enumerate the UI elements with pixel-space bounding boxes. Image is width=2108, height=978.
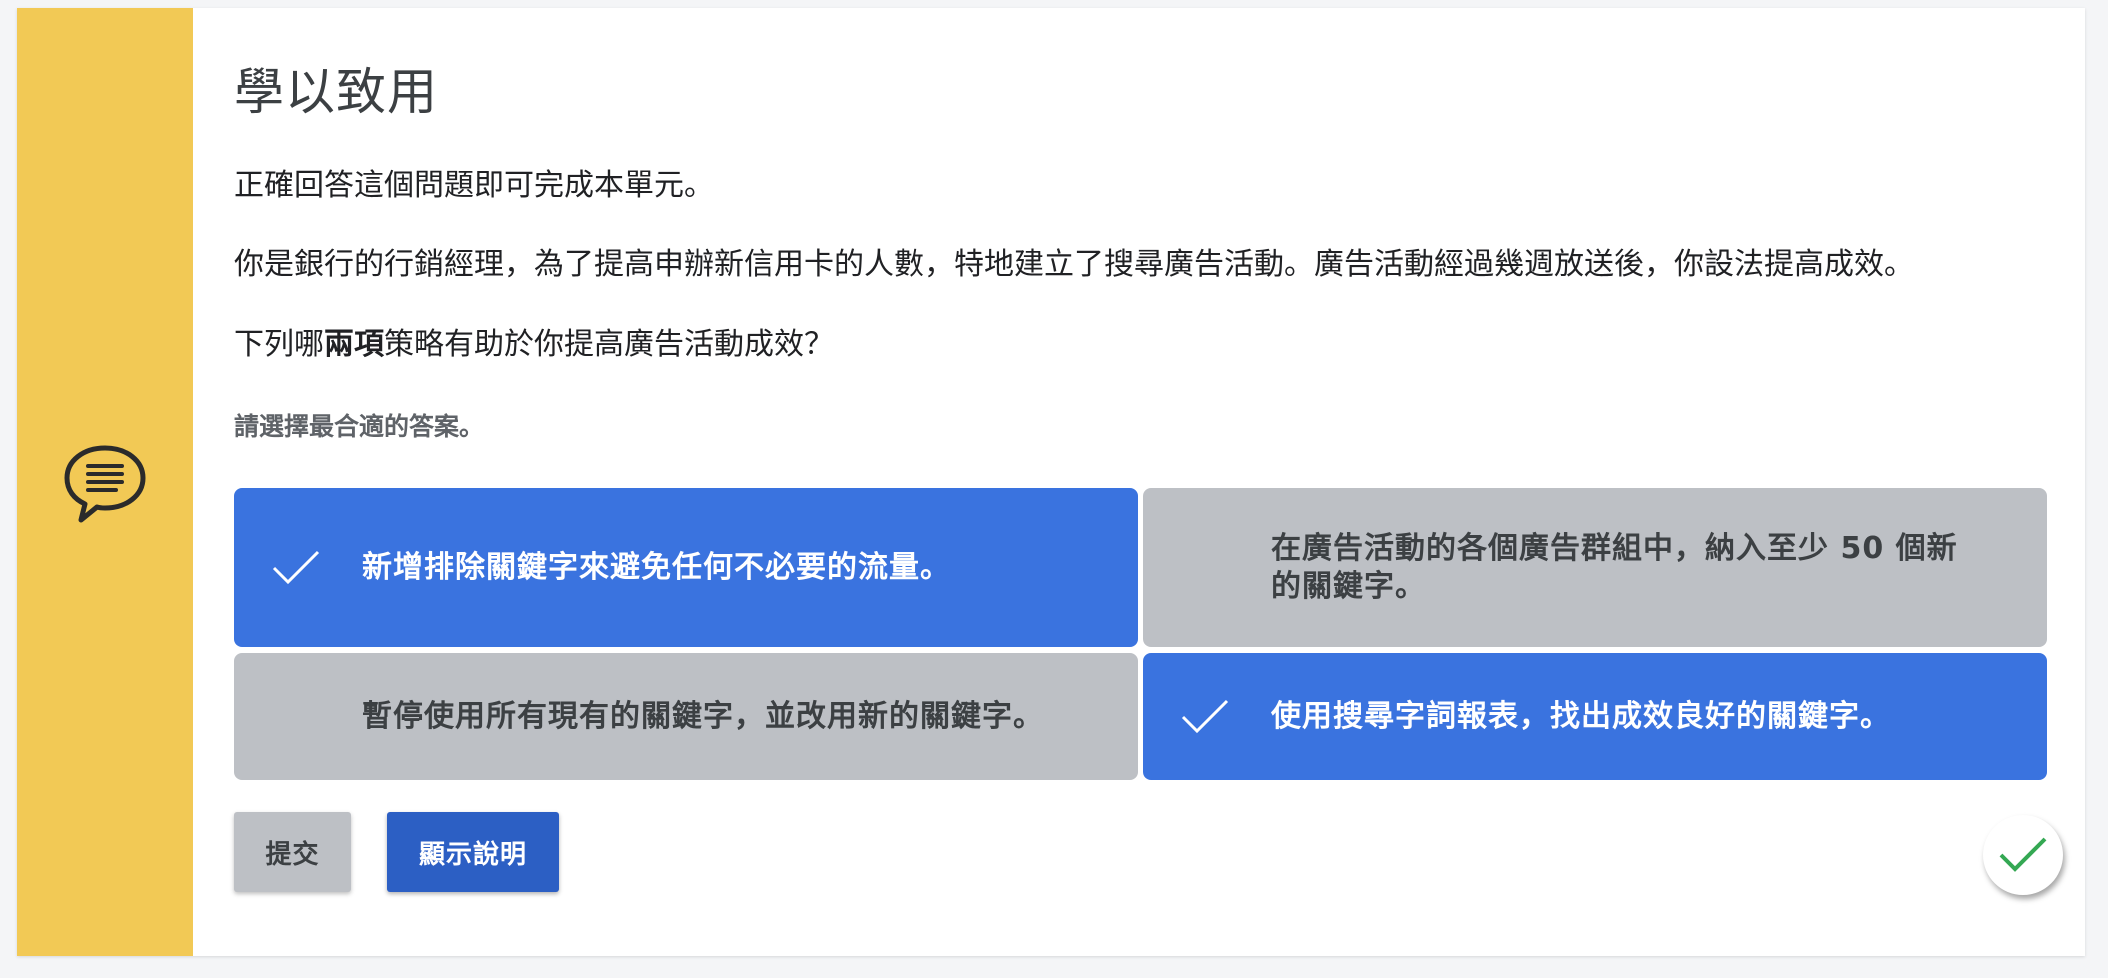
checkmark-icon	[272, 550, 320, 584]
question-content: 學以致用 正確回答這個問題即可完成本單元。 你是銀行的行銷經理，為了提高申辦新信…	[234, 8, 2085, 956]
answer-option-label: 在廣告活動的各個廣告群組中，納入至少 50 個新的關鍵字。	[1271, 530, 1958, 604]
answer-option-label: 使用搜尋字詞報表，找出成效良好的關鍵字。	[1271, 698, 1891, 734]
prompt-emphasis: 兩項	[324, 327, 384, 362]
completion-badge	[1983, 815, 2063, 895]
quiz-card: 學以致用 正確回答這個問題即可完成本單元。 你是銀行的行銷經理，為了提高申辦新信…	[17, 8, 2085, 956]
answer-option-label: 暫停使用所有現有的關鍵字，並改用新的關鍵字。	[362, 698, 1044, 734]
answer-option-3[interactable]: 暫停使用所有現有的關鍵字，並改用新的關鍵字。	[234, 653, 1138, 780]
answer-hint: 請選擇最合適的答案。	[234, 412, 485, 441]
answer-option-label: 新增排除關鍵字來避免任何不必要的流量。	[362, 549, 951, 585]
answer-option-4[interactable]: 使用搜尋字詞報表，找出成效良好的關鍵字。	[1143, 653, 2047, 780]
checkmark-icon	[1181, 699, 1229, 733]
question-prompt: 下列哪兩項策略有助於你提高廣告活動成效？	[234, 319, 834, 363]
prompt-text-before: 下列哪	[234, 327, 324, 362]
chat-bubble-icon	[64, 445, 146, 523]
completed-checkmark-icon	[1999, 837, 2047, 872]
instruction-text: 正確回答這個問題即可完成本單元。	[234, 168, 714, 203]
page-title: 學以致用	[234, 63, 438, 121]
submit-button[interactable]: 提交	[234, 812, 351, 892]
answer-option-1[interactable]: 新增排除關鍵字來避免任何不必要的流量。	[234, 488, 1138, 647]
accent-sidebar	[17, 8, 193, 956]
prompt-text-after: 策略有助於你提高廣告活動成效？	[384, 327, 834, 362]
answer-option-2[interactable]: 在廣告活動的各個廣告群組中，納入至少 50 個新的關鍵字。	[1143, 488, 2047, 647]
show-explanation-button[interactable]: 顯示說明	[387, 812, 559, 892]
scenario-text: 你是銀行的行銷經理，為了提高申辦新信用卡的人數，特地建立了搜尋廣告活動。廣告活動…	[234, 247, 1914, 282]
